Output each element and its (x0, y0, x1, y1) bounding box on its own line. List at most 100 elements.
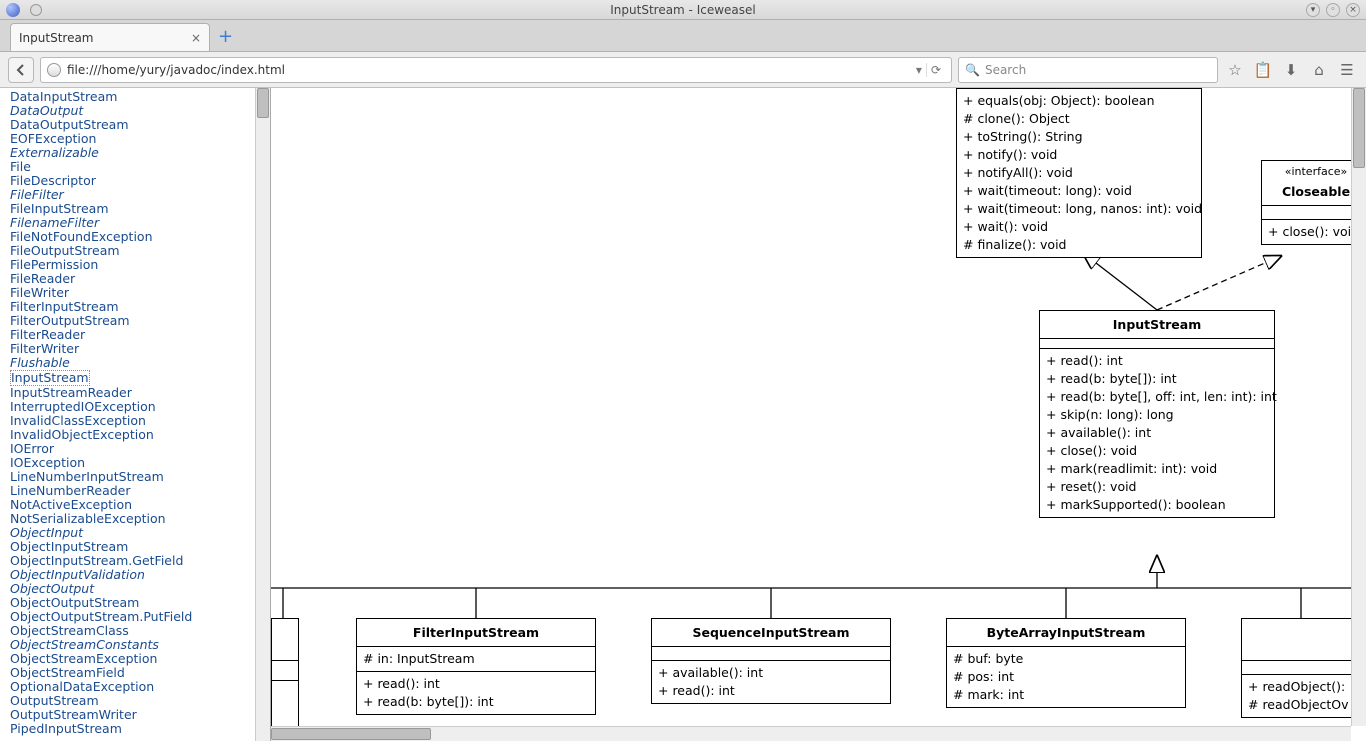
window-titlebar: InputStream - Iceweasel ▾ ◦ × (0, 0, 1366, 20)
sidebar-class-link[interactable]: InputStream (10, 370, 90, 386)
reload-icon[interactable]: ⟳ (926, 63, 945, 77)
sidebar-class-link[interactable]: FilePermission (10, 258, 270, 272)
sidebar-class-link[interactable]: FilenameFilter (10, 216, 270, 230)
sidebar-class-link[interactable]: ObjectStreamConstants (10, 638, 270, 652)
sidebar-class-link[interactable]: FilterOutputStream (10, 314, 270, 328)
uml-member: + wait(): void (963, 218, 1195, 236)
sidebar-class-link[interactable]: ObjectInputValidation (10, 568, 270, 582)
uml-filterinputstream-box: FilterInputStream # in: InputStream + re… (356, 618, 596, 715)
bookmarks-list-icon[interactable]: 📋 (1252, 59, 1274, 81)
home-icon[interactable]: ⌂ (1308, 59, 1330, 81)
sidebar-class-link[interactable]: Flushable (10, 356, 270, 370)
sidebar-scrollbar[interactable] (255, 88, 270, 741)
search-bar[interactable]: 🔍 Search (958, 57, 1218, 83)
class-name: FilterInputStream (357, 619, 595, 647)
uml-member: + equals(obj: Object): boolean (963, 92, 1195, 110)
search-placeholder: Search (985, 63, 1026, 77)
url-dropdown-icon[interactable]: ▾ (912, 63, 926, 77)
main-horizontal-scrollbar[interactable] (271, 726, 1351, 741)
uml-member: + read(): int (658, 682, 884, 700)
uml-inputstream-box: InputStream + read(): int+ read(b: byte[… (1039, 310, 1275, 518)
uml-member: + close(): voi (1268, 223, 1364, 241)
search-icon: 🔍 (965, 63, 980, 77)
sidebar-class-link[interactable]: NotSerializableException (10, 512, 270, 526)
sidebar-class-link[interactable]: FileWriter (10, 286, 270, 300)
sidebar-class-link[interactable]: InvalidClassException (10, 414, 270, 428)
downloads-icon[interactable]: ⬇ (1280, 59, 1302, 81)
globe-icon (47, 63, 61, 77)
sidebar-class-link[interactable]: OutputStream (10, 694, 270, 708)
sidebar-class-link[interactable]: InterruptedIOException (10, 400, 270, 414)
sidebar-class-link[interactable]: FilterReader (10, 328, 270, 342)
uml-member: + toString(): String (963, 128, 1195, 146)
sidebar-class-link[interactable]: FileInputStream (10, 202, 270, 216)
sidebar-class-link[interactable]: ObjectOutputStream.PutField (10, 610, 270, 624)
sidebar-class-link[interactable]: ObjectOutputStream (10, 596, 270, 610)
sidebar-class-link[interactable]: InvalidObjectException (10, 428, 270, 442)
sidebar-class-link[interactable]: ObjectInputStream (10, 540, 270, 554)
maximize-button[interactable]: ◦ (1326, 3, 1340, 17)
uml-member: + wait(timeout: long, nanos: int): void (963, 200, 1195, 218)
uml-sequenceinputstream-box: SequenceInputStream + available(): int+ … (651, 618, 891, 704)
sidebar-class-link[interactable]: NotActiveException (10, 498, 270, 512)
back-button[interactable] (8, 57, 34, 83)
uml-member: + close(): void (1046, 442, 1268, 460)
sidebar-class-link[interactable]: DataOutputStream (10, 118, 270, 132)
sidebar-class-link[interactable]: IOError (10, 442, 270, 456)
uml-member: + notifyAll(): void (963, 164, 1195, 182)
sidebar-class-link[interactable]: ObjectInputStream.GetField (10, 554, 270, 568)
uml-member: + read(b: byte[]): int (363, 693, 589, 711)
sidebar-class-link[interactable]: InputStreamReader (10, 386, 270, 400)
main-vertical-scrollbar[interactable] (1351, 88, 1366, 726)
window-title: InputStream - Iceweasel (610, 3, 756, 17)
bookmark-star-icon[interactable]: ☆ (1224, 59, 1246, 81)
sidebar-class-link[interactable]: PipedInputStream (10, 722, 270, 736)
uml-member: # in: InputStream (363, 650, 589, 668)
sidebar-class-link[interactable]: Externalizable (10, 146, 270, 160)
sidebar-class-link[interactable]: DataInputStream (10, 90, 270, 104)
sidebar-class-link[interactable]: FileDescriptor (10, 174, 270, 188)
uml-partial-box-left (271, 618, 299, 728)
arrow-left-icon (14, 63, 28, 77)
tab-close-icon[interactable]: × (191, 31, 201, 45)
sidebar-class-link[interactable]: FileOutputStream (10, 244, 270, 258)
browser-tab[interactable]: InputStream × (10, 23, 210, 51)
uml-member: # mark: int (953, 686, 1179, 704)
sidebar-class-link[interactable]: OptionalDataException (10, 680, 270, 694)
uml-member: + skip(n: long): long (1046, 406, 1268, 424)
uml-member: + readObject(): (1248, 678, 1364, 696)
sidebar-class-link[interactable]: IOException (10, 456, 270, 470)
sidebar-class-link[interactable]: ObjectOutput (10, 582, 270, 596)
uml-member: + read(b: byte[]): int (1046, 370, 1268, 388)
uml-object-box: + equals(obj: Object): boolean# clone():… (956, 88, 1202, 258)
sidebar-class-link[interactable]: FileReader (10, 272, 270, 286)
menu-icon[interactable]: ☰ (1336, 59, 1358, 81)
uml-member: + read(): int (1046, 352, 1268, 370)
close-window-button[interactable]: × (1346, 3, 1360, 17)
tab-label: InputStream (19, 31, 94, 45)
uml-member: # readObjectOv (1248, 696, 1364, 714)
uml-member: + notify(): void (963, 146, 1195, 164)
sidebar-class-link[interactable]: EOFException (10, 132, 270, 146)
sidebar-class-link[interactable]: FileFilter (10, 188, 270, 202)
sidebar-class-link[interactable]: File (10, 160, 270, 174)
sidebar-class-link[interactable]: ObjectStreamException (10, 652, 270, 666)
tab-bar: InputStream × + (0, 20, 1366, 52)
sidebar-class-link[interactable]: LineNumberReader (10, 484, 270, 498)
navigation-toolbar: file:///home/yury/javadoc/index.html ▾ ⟳… (0, 52, 1366, 88)
sidebar-class-link[interactable]: DataOutput (10, 104, 270, 118)
minimize-button[interactable]: ▾ (1306, 3, 1320, 17)
sidebar-class-link[interactable]: FilterInputStream (10, 300, 270, 314)
sidebar-class-link[interactable]: ObjectStreamClass (10, 624, 270, 638)
sidebar-class-link[interactable]: LineNumberInputStream (10, 470, 270, 484)
diagram-pane[interactable]: + equals(obj: Object): boolean# clone():… (271, 88, 1366, 741)
url-bar[interactable]: file:///home/yury/javadoc/index.html ▾ ⟳ (40, 57, 952, 83)
sidebar-class-link[interactable]: FileNotFoundException (10, 230, 270, 244)
class-name: ByteArrayInputStream (947, 619, 1185, 647)
sidebar-class-link[interactable]: ObjectInput (10, 526, 270, 540)
uml-member: + wait(timeout: long): void (963, 182, 1195, 200)
sidebar-class-link[interactable]: ObjectStreamField (10, 666, 270, 680)
new-tab-button[interactable]: + (218, 26, 233, 51)
sidebar-class-link[interactable]: OutputStreamWriter (10, 708, 270, 722)
sidebar-class-link[interactable]: FilterWriter (10, 342, 270, 356)
